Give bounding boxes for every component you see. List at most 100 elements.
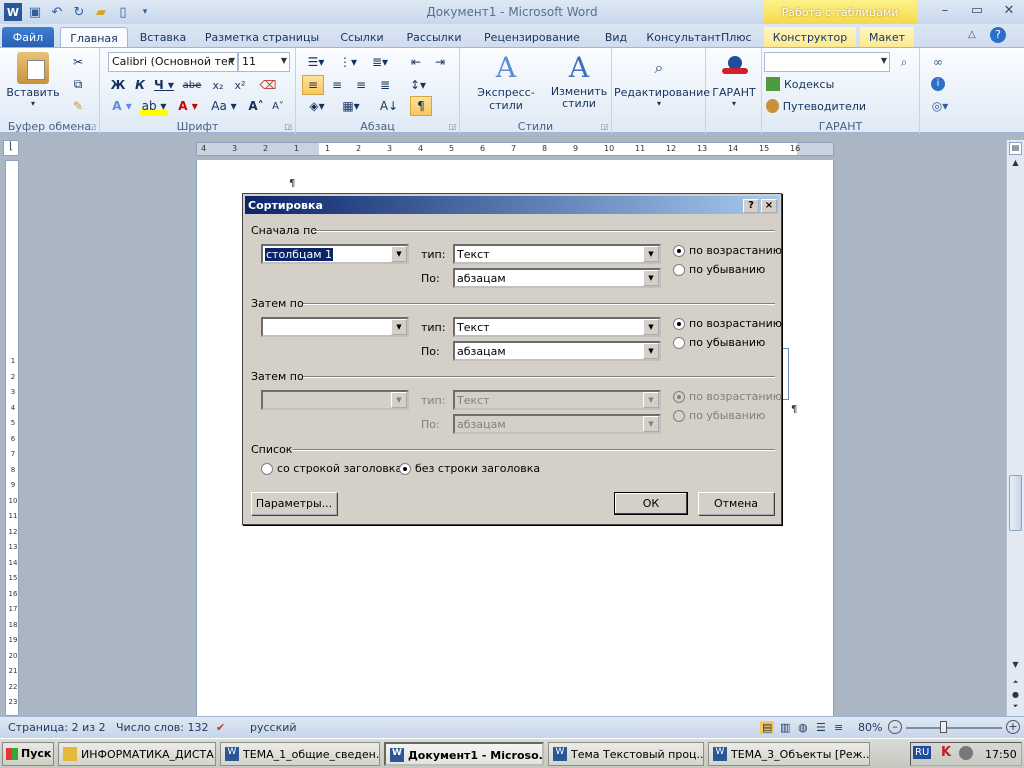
with-header-row-radio[interactable]: со строкой заголовка [261,462,402,475]
align-left-icon[interactable]: ≡ [302,75,324,95]
scroll-down-icon[interactable]: ▼ [1009,660,1022,673]
chevron-down-icon[interactable]: ▼ [391,319,407,335]
tab-mailings[interactable]: Рассылки [400,27,468,48]
increase-indent-icon[interactable]: ⇥ [430,52,450,72]
sort-second-by-select[interactable]: абзацам ▼ [453,341,661,361]
taskbar-item-word-3[interactable]: W ТЕМА_3_Объекты [Реж... [708,742,870,766]
show-formatting-icon[interactable]: ¶ [410,96,432,116]
close-icon[interactable]: ✕ [994,0,1024,20]
zoom-slider[interactable] [906,727,1002,729]
tab-selector-icon[interactable]: ⌊ [3,140,19,156]
multilevel-list-icon[interactable]: ≣▾ [366,52,394,72]
print-layout-view-icon[interactable]: ▤ [760,721,775,734]
spellcheck-icon[interactable]: ✔ [216,721,225,734]
guides-button[interactable]: Путеводители [766,96,866,116]
tab-review[interactable]: Рецензирование [476,27,588,48]
maximize-icon[interactable]: ▭ [962,0,992,20]
prev-page-icon[interactable]: ⏶ [1009,678,1022,689]
minimize-icon[interactable]: – [930,0,960,20]
vertical-scrollbar[interactable]: ▤ ▲ ▼ ⏶ ● ⏷ [1006,140,1024,716]
sort-first-ascending-radio[interactable]: по возрастанию [673,244,782,257]
word-count[interactable]: Число слов: 132 [116,721,209,734]
chevron-down-icon[interactable]: ▼ [643,246,659,262]
draft-view-icon[interactable]: ≡ [834,721,843,734]
cancel-button[interactable]: Отмена [698,492,774,515]
bullets-icon[interactable]: ☰▾ [302,52,330,72]
garant-button[interactable]: ГАРАНТ ▾ [708,52,760,108]
reading-view-icon[interactable]: ▥ [780,721,790,734]
scroll-up-icon[interactable]: ▲ [1009,158,1022,171]
clipboard-launcher-icon[interactable]: ◲ [88,122,96,131]
superscript-icon[interactable]: x² [230,75,250,95]
without-header-row-radio[interactable]: без строки заголовка [399,462,540,475]
borders-icon[interactable]: ▦▾ [336,96,366,116]
ok-button[interactable]: ОК [614,492,688,515]
dialog-close-button[interactable]: × [761,199,777,213]
kaspersky-icon[interactable]: K [941,745,951,760]
text-effects-icon[interactable]: A ▾ [108,96,136,116]
minimize-ribbon-icon[interactable]: △ [968,29,976,40]
char-border-icon[interactable]: Aa ▾ [210,96,238,116]
styles-launcher-icon[interactable]: ◲ [600,122,608,131]
tray-app-icon[interactable] [959,746,973,760]
tab-references[interactable]: Ссылки [332,27,392,48]
taskbar-item-word-1[interactable]: W ТЕМА_1_общие_сведен... [220,742,380,766]
dialog-help-button[interactable]: ? [743,199,759,213]
sort-first-descending-radio[interactable]: по убыванию [673,263,765,276]
copy-icon[interactable]: ⧉ [68,74,88,94]
sort-first-type-select[interactable]: Текст ▼ [453,244,661,264]
sort-icon[interactable]: A↓ [378,96,400,116]
paragraph-launcher-icon[interactable]: ◲ [448,122,456,131]
codecs-button[interactable]: Кодексы [766,74,846,94]
start-button[interactable]: Пуск [2,742,54,766]
editing-button[interactable]: ⌕ Редактирование ▾ [614,52,710,108]
align-center-icon[interactable]: ≡ [326,75,348,95]
chevron-down-icon[interactable]: ▼ [391,246,407,262]
shading-icon[interactable]: ◈▾ [302,96,332,116]
express-styles-button[interactable]: A Экспресс-стили [464,52,548,113]
scrollbar-thumb[interactable] [1009,475,1022,531]
sort-second-type-select[interactable]: Текст ▼ [453,317,661,337]
taskbar-item-word-active[interactable]: W Документ1 - Microso... [384,742,544,766]
tab-design[interactable]: Конструктор [764,27,856,48]
zoom-out-icon[interactable]: – [888,720,902,734]
tab-page-layout[interactable]: Разметка страницы [200,27,324,48]
font-color-icon[interactable]: A ▾ [174,96,202,116]
tab-view[interactable]: Вид [596,27,636,48]
subscript-icon[interactable]: x₂ [208,75,228,95]
tab-file[interactable]: Файл [2,27,54,48]
taskbar-item-folder[interactable]: ИНФОРМАТИКА_ДИСТА... [58,742,216,766]
page-count[interactable]: Страница: 2 из 2 [8,721,106,734]
info-icon[interactable]: i [928,74,948,94]
tab-insert[interactable]: Вставка [132,27,194,48]
justify-icon[interactable]: ≣ [374,75,396,95]
format-painter-icon[interactable]: ✎ [68,96,88,116]
globe-icon[interactable]: ◎▾ [928,96,952,116]
shrink-font-icon[interactable]: A˅ [268,96,288,116]
underline-icon[interactable]: Ч ▾ [152,75,176,95]
sort-second-ascending-radio[interactable]: по возрастанию [673,317,782,330]
highlight-icon[interactable]: ab ▾ [140,96,168,116]
language-indicator[interactable]: русский [250,721,297,734]
horizontal-ruler[interactable]: 4 3 2 1 1 2 3 4 5 6 7 8 9 10 11 12 13 14 15 16 [196,142,834,156]
taskbar-item-word-2[interactable]: W Тема Текстовый проц... [548,742,704,766]
grow-font-icon[interactable]: A˄ [246,96,266,116]
align-right-icon[interactable]: ≡ [350,75,372,95]
font-name-combo[interactable]: Calibri (Основной тек ▼ [108,52,238,72]
web-view-icon[interactable]: ◍ [798,721,808,734]
outline-view-icon[interactable]: ☰ [816,721,826,734]
font-size-combo[interactable]: 11 ▼ [238,52,290,72]
clear-formatting-icon[interactable]: ⌫ [256,75,280,95]
cut-icon[interactable]: ✂ [68,52,88,72]
bold-icon[interactable]: Ж [108,75,128,95]
zoom-slider-thumb[interactable] [940,721,947,733]
change-styles-button[interactable]: A Изменить стили [548,52,610,110]
tab-layout[interactable]: Макет [860,27,914,48]
tab-home[interactable]: Главная [60,27,128,48]
help-icon[interactable]: ? [990,27,1006,43]
chevron-down-icon[interactable]: ▼ [643,270,659,286]
decrease-indent-icon[interactable]: ⇤ [406,52,426,72]
search-icon[interactable]: ⌕ [894,52,914,72]
sort-second-descending-radio[interactable]: по убыванию [673,336,765,349]
options-button[interactable]: Параметры... [251,492,337,515]
